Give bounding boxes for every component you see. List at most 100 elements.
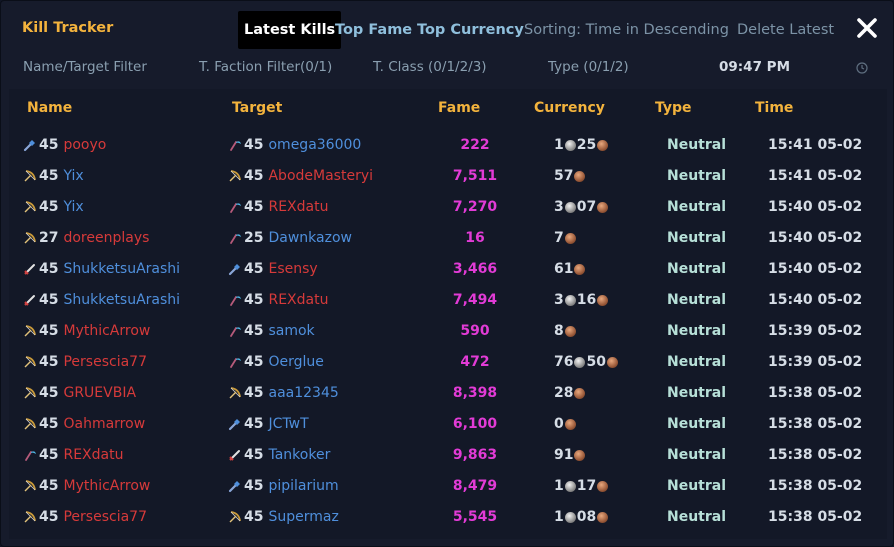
column-header-name[interactable]: Name xyxy=(27,100,72,116)
column-header-type[interactable]: Type xyxy=(655,100,692,116)
target-name[interactable]: REXdatu xyxy=(268,292,328,308)
target-cell[interactable]: 45 pipilarium xyxy=(228,478,339,494)
target-name[interactable]: omega36000 xyxy=(268,137,361,153)
fame-value: 5,545 xyxy=(452,509,498,525)
currency-amount: 1 xyxy=(554,509,564,525)
killer-name[interactable]: GRUEVBIA xyxy=(63,385,136,401)
tab-top-currency[interactable]: Top Currency xyxy=(417,11,524,49)
table-row[interactable]: 45 Persescia77 45 Supermaz 5,545 1 08 Neutral 15… xyxy=(9,503,887,534)
bronze-coin-icon xyxy=(574,449,586,461)
table-row[interactable]: 45 MythicArrow 45 pipilarium 8,479 1 17 Neutral… xyxy=(9,472,887,503)
killer-cell[interactable]: 45 Yix xyxy=(23,168,84,184)
target-cell[interactable]: 45 REXdatu xyxy=(228,292,328,308)
close-icon[interactable] xyxy=(854,13,880,43)
column-header-currency[interactable]: Currency xyxy=(534,100,605,116)
target-cell[interactable]: 45 omega36000 xyxy=(228,137,361,153)
target-name[interactable]: pipilarium xyxy=(268,478,338,494)
target-name[interactable]: Dawnkazow xyxy=(268,230,352,246)
table-row[interactable]: 45 pooyo 45 omega36000 222 1 25 Neutral 15:41 05… xyxy=(9,131,887,162)
delete-latest-button[interactable]: Delete Latest xyxy=(737,11,834,49)
killer-cell[interactable]: 45 MythicArrow xyxy=(23,478,150,494)
target-cell[interactable]: 45 AbodeMasteryi xyxy=(228,168,373,184)
scythe-icon xyxy=(230,141,241,151)
target-name[interactable]: JCTwT xyxy=(268,416,308,432)
killer-cell[interactable]: 45 pooyo xyxy=(23,137,106,153)
type-filter[interactable]: Type (0/1/2) xyxy=(548,59,629,75)
killer-cell[interactable]: 45 REXdatu xyxy=(23,447,123,463)
table-row[interactable]: 45 Persescia77 45 Oerglue 472 76 50 Neutral 15:3… xyxy=(9,348,887,379)
killer-name[interactable]: MythicArrow xyxy=(63,478,150,494)
killer-cell[interactable]: 45 ShukketsuArashi xyxy=(23,292,180,308)
kill-type: Neutral xyxy=(667,230,727,246)
target-name[interactable]: AbodeMasteryi xyxy=(268,168,373,184)
target-cell[interactable]: 45 REXdatu xyxy=(228,199,328,215)
faction-filter[interactable]: T. Faction Filter(0/1) xyxy=(199,59,332,75)
target-name[interactable]: samok xyxy=(268,323,314,339)
killer-cell[interactable]: 45 MythicArrow xyxy=(23,323,150,339)
bow-icon xyxy=(229,170,241,182)
column-header-time[interactable]: Time xyxy=(755,100,793,116)
killer-name[interactable]: Persescia77 xyxy=(63,509,147,525)
target-cell[interactable]: 45 Tankoker xyxy=(228,447,330,463)
table-row[interactable]: 45 Yix 45 REXdatu 7,270 3 07 Neutral 15:40 05-02 xyxy=(9,193,887,224)
column-header-fame[interactable]: Fame xyxy=(438,100,480,116)
target-cell[interactable]: 45 Oerglue xyxy=(228,354,324,370)
killer-name[interactable]: Oahmarrow xyxy=(63,416,145,432)
killer-level: 27 xyxy=(39,230,59,246)
target-name[interactable]: REXdatu xyxy=(268,199,328,215)
killer-name[interactable]: Yix xyxy=(63,199,83,215)
killer-name[interactable]: doreenplays xyxy=(63,230,149,246)
tab-top-fame[interactable]: Top Fame xyxy=(335,11,412,49)
class-filter[interactable]: T. Class (0/1/2/3) xyxy=(373,59,487,75)
killer-cell[interactable]: 45 Persescia77 xyxy=(23,354,147,370)
bronze-coin-icon xyxy=(597,139,609,151)
target-name[interactable]: Tankoker xyxy=(268,447,330,463)
target-name[interactable]: aaa12345 xyxy=(268,385,338,401)
killer-name[interactable]: Yix xyxy=(63,168,83,184)
killer-name[interactable]: ShukketsuArashi xyxy=(63,292,180,308)
killer-name[interactable]: MythicArrow xyxy=(63,323,150,339)
clock-icon[interactable] xyxy=(856,62,868,74)
tab-latest-kills[interactable]: Latest Kills xyxy=(238,11,342,49)
killer-name[interactable]: ShukketsuArashi xyxy=(63,261,180,277)
table-row[interactable]: 45 ShukketsuArashi 45 REXdatu 7,494 3 16 Neutra… xyxy=(9,286,887,317)
table-row[interactable]: 45 REXdatu 45 Tankoker 9,863 91 Neutral 15:38 0… xyxy=(9,441,887,472)
target-name[interactable]: Esensy xyxy=(268,261,317,277)
currency-amount: 17 xyxy=(576,478,597,494)
silver-coin-icon xyxy=(564,294,576,306)
target-cell[interactable]: 45 samok xyxy=(228,323,315,339)
killer-cell[interactable]: 45 GRUEVBIA xyxy=(23,385,136,401)
killer-name[interactable]: REXdatu xyxy=(63,447,123,463)
table-row[interactable]: 45 MythicArrow 45 samok 590 8 Neutral 15:39 05-… xyxy=(9,317,887,348)
killer-cell[interactable]: 45 Yix xyxy=(23,199,84,215)
kill-time: 15:38 05-02 xyxy=(768,509,863,525)
target-cell[interactable]: 45 Esensy xyxy=(228,261,318,277)
table-row[interactable]: 27 doreenplays 25 Dawnkazow 16 7 Neutral 15:40 … xyxy=(9,224,887,255)
fame-value: 6,100 xyxy=(452,416,498,432)
kill-time: 15:39 05-02 xyxy=(768,354,863,370)
target-cell[interactable]: 45 aaa12345 xyxy=(228,385,339,401)
killer-cell[interactable]: 45 ShukketsuArashi xyxy=(23,261,180,277)
table-row[interactable]: 45 GRUEVBIA 45 aaa12345 8,398 28 Neutral 15:38 … xyxy=(9,379,887,410)
killer-cell[interactable]: 45 Oahmarrow xyxy=(23,416,145,432)
target-name[interactable]: Oerglue xyxy=(268,354,323,370)
table-row[interactable]: 45 Oahmarrow 45 JCTwT 6,100 0 Neutral 15:38 05-… xyxy=(9,410,887,441)
currency-amount: 3 xyxy=(554,292,564,308)
target-name[interactable]: Supermaz xyxy=(268,509,338,525)
target-cell[interactable]: 45 JCTwT xyxy=(228,416,309,432)
kill-type: Neutral xyxy=(667,261,727,277)
kills-table: Name Target Fame Currency Type Time 45 po… xyxy=(9,89,887,539)
name-target-filter[interactable]: Name/Target Filter xyxy=(23,59,147,75)
table-row[interactable]: 45 Yix 45 AbodeMasteryi 7,511 57 Neutral 15:41 … xyxy=(9,162,887,193)
target-cell[interactable]: 25 Dawnkazow xyxy=(228,230,352,246)
killer-cell[interactable]: 27 doreenplays xyxy=(23,230,149,246)
table-row[interactable]: 45 ShukketsuArashi 45 Esensy 3,466 61 Neutral 1… xyxy=(9,255,887,286)
column-header-target[interactable]: Target xyxy=(232,100,282,116)
bow-icon xyxy=(24,356,36,368)
sorting-toggle[interactable]: Sorting: Time in Descending xyxy=(524,11,729,49)
bronze-coin-icon xyxy=(597,511,609,523)
killer-cell[interactable]: 45 Persescia77 xyxy=(23,509,147,525)
killer-name[interactable]: pooyo xyxy=(63,137,106,153)
killer-name[interactable]: Persescia77 xyxy=(63,354,147,370)
target-cell[interactable]: 45 Supermaz xyxy=(228,509,339,525)
